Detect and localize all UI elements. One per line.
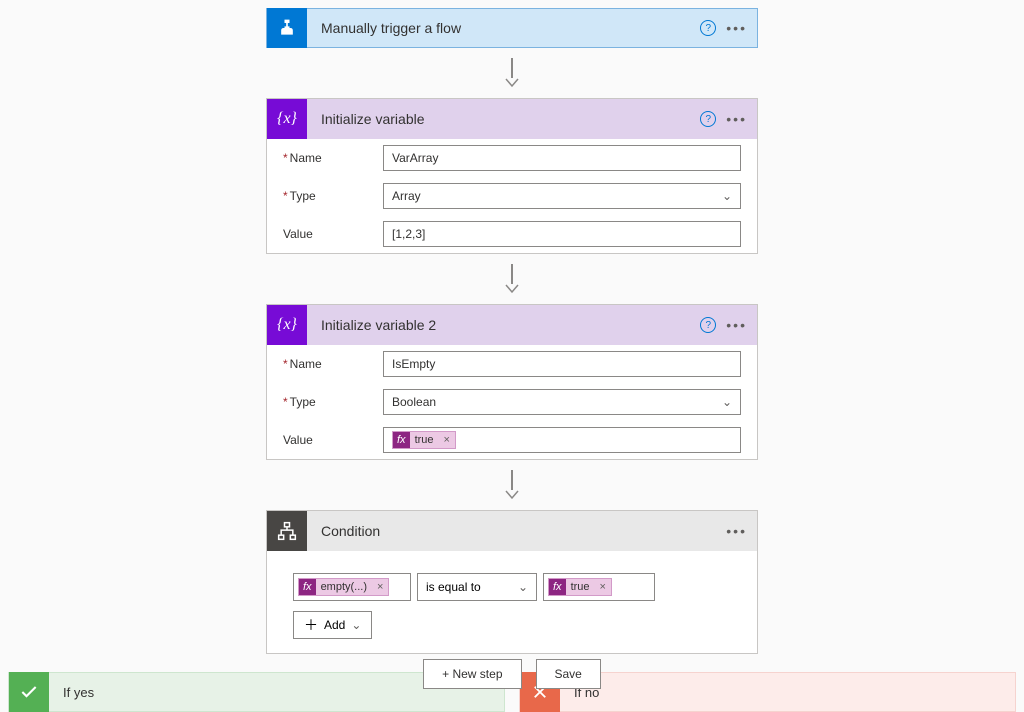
init-variable-card-2[interactable]: {x} Initialize variable 2 ? ••• *Name *T… (266, 304, 758, 460)
connector-arrow (505, 264, 519, 294)
connector-arrow (505, 58, 519, 88)
variable-icon: {x} (267, 99, 307, 139)
help-icon[interactable]: ? (700, 20, 716, 36)
connector-arrow (505, 470, 519, 500)
card-title: Initialize variable 2 (307, 317, 700, 333)
more-menu[interactable]: ••• (726, 523, 747, 539)
add-condition-button[interactable]: ＋ Add ⌄ (293, 611, 372, 639)
condition-operator-select[interactable]: is equal to ⌄ (417, 573, 537, 601)
chevron-down-icon: ⌄ (722, 189, 732, 203)
card-title: Condition (307, 523, 726, 539)
name-input[interactable] (383, 351, 741, 377)
value-label: Value (283, 433, 383, 447)
condition-right-operand[interactable]: fx true × (543, 573, 655, 601)
value-label: Value (283, 227, 383, 241)
save-button[interactable]: Save (536, 659, 601, 689)
type-label: *Type (283, 189, 383, 203)
type-select[interactable]: Boolean ⌄ (383, 389, 741, 415)
trigger-title: Manually trigger a flow (307, 20, 700, 36)
remove-token-icon[interactable]: × (439, 434, 455, 446)
chevron-down-icon: ⌄ (351, 618, 361, 632)
trigger-card[interactable]: Manually trigger a flow ? ••• (266, 8, 758, 48)
fx-icon: fx (299, 579, 316, 595)
init-variable-card-1[interactable]: {x} Initialize variable ? ••• *Name *Typ… (266, 98, 758, 254)
more-menu[interactable]: ••• (726, 20, 747, 36)
expression-token[interactable]: fx empty(...) × (298, 578, 389, 596)
expression-token[interactable]: fx true × (548, 578, 612, 596)
more-menu[interactable]: ••• (726, 111, 747, 127)
type-label: *Type (283, 395, 383, 409)
remove-token-icon[interactable]: × (372, 581, 388, 593)
variable-icon: {x} (267, 305, 307, 345)
fx-icon: fx (393, 432, 410, 448)
trigger-icon (267, 8, 307, 48)
card-title: Initialize variable (307, 111, 700, 127)
chevron-down-icon: ⌄ (722, 395, 732, 409)
value-input[interactable] (383, 221, 741, 247)
help-icon[interactable]: ? (700, 111, 716, 127)
help-icon[interactable]: ? (700, 317, 716, 333)
new-step-button[interactable]: + New step (423, 659, 521, 689)
name-label: *Name (283, 151, 383, 165)
more-menu[interactable]: ••• (726, 317, 747, 333)
type-select[interactable]: Array ⌄ (383, 183, 741, 209)
condition-card[interactable]: Condition ••• fx empty(...) × is equal t… (266, 510, 758, 654)
remove-token-icon[interactable]: × (595, 581, 611, 593)
name-input[interactable] (383, 145, 741, 171)
fx-icon: fx (549, 579, 566, 595)
name-label: *Name (283, 357, 383, 371)
expression-token[interactable]: fx true × (392, 431, 456, 449)
condition-icon (267, 511, 307, 551)
value-token-input[interactable]: fx true × (383, 427, 741, 453)
plus-icon: ＋ (304, 615, 318, 635)
chevron-down-icon: ⌄ (518, 580, 528, 594)
condition-left-operand[interactable]: fx empty(...) × (293, 573, 411, 601)
